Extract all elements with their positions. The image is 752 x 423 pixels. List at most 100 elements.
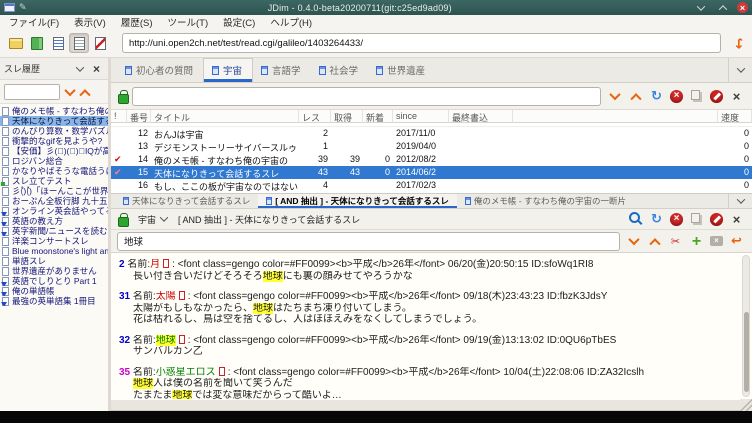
sidebar-thread-item[interactable]: 英字新聞/ニュースを読むス <box>0 226 108 236</box>
lock-icon[interactable] <box>117 90 128 102</box>
sidebar-thread-item[interactable]: 【安価】彡(゚)(゚)「IQが高くない <box>0 146 108 156</box>
collapse-icon[interactable] <box>72 62 87 76</box>
sidebar-thread-item[interactable]: 衝撃的なgifを見ようや? <box>0 136 108 146</box>
toolbar-button[interactable] <box>69 33 89 53</box>
search-down-icon[interactable] <box>626 234 641 248</box>
column-header[interactable]: 番号 <box>127 110 151 123</box>
lock-icon[interactable] <box>117 213 128 225</box>
column-header[interactable]: 新着 <box>363 110 393 123</box>
scroll-down-icon[interactable] <box>607 89 622 103</box>
sidebar-thread-item[interactable]: かなりやばそうな電話うにに <box>0 166 108 176</box>
post-name[interactable]: 月 <box>150 259 160 270</box>
sidebar-thread-item[interactable]: Blue moonstone's light an <box>0 246 108 256</box>
search-down-icon[interactable] <box>62 85 77 99</box>
toolbar-button[interactable] <box>48 33 68 53</box>
sidebar-thread-item[interactable]: オンライン英会話やってる人 <box>0 206 108 216</box>
sidebar-thread-item[interactable]: 俺の単語帳 <box>0 286 108 296</box>
toolbar-button[interactable] <box>6 33 26 53</box>
titlebar[interactable]: ✎ JDim - 0.4.0-beta20200711(git:c25ed9ad… <box>0 0 752 15</box>
thread-row[interactable]: 12おんJは宇宙22017/11/00 <box>111 127 752 140</box>
column-header[interactable]: レス <box>299 110 331 123</box>
cut-icon[interactable] <box>668 234 683 248</box>
sidebar-thread-item[interactable]: 彡(゚)(゚)「ほーんここが世界遺 <box>0 186 108 196</box>
message-view[interactable]: 2 名前:月: <font class=gengo color=#FF0099>… <box>111 253 752 399</box>
menu-item[interactable]: 表示(V) <box>74 15 106 29</box>
reload-icon[interactable] <box>649 212 664 226</box>
post-number[interactable]: 35 <box>119 367 130 378</box>
column-header[interactable]: タイトル <box>151 110 299 123</box>
message-scrollbar[interactable] <box>742 255 750 397</box>
thread-row[interactable]: 13デジモンストーリーサイバースルゥ12019/04/00 <box>111 140 752 153</box>
sidebar-thread-item[interactable]: ロジバン総合 <box>0 156 108 166</box>
abone-icon[interactable] <box>710 213 723 226</box>
tab-item[interactable]: 世界遺産 <box>368 59 435 82</box>
menu-item[interactable]: ファイル(F) <box>9 15 59 29</box>
sidebar-thread-item[interactable]: 英語でしりとり Part 1 <box>0 276 108 286</box>
copy-icon[interactable] <box>689 89 704 103</box>
tab-overflow-button[interactable] <box>728 58 752 82</box>
thread-row[interactable]: ✔15天体になりきって会話するスレ434302014/06/20 <box>111 166 752 179</box>
reload-icon[interactable] <box>649 89 664 103</box>
menu-item[interactable]: ヘルプ(H) <box>270 15 312 29</box>
go-url-icon[interactable] <box>731 36 746 50</box>
backspace-icon[interactable] <box>710 236 723 246</box>
board-select-dropdown[interactable]: 宇宙 <box>134 211 172 227</box>
column-header[interactable] <box>513 110 718 123</box>
close-view-icon[interactable] <box>729 89 744 103</box>
post-number[interactable]: 31 <box>119 291 130 302</box>
sidebar-thread-item[interactable]: おーぷん全板行脚 九十五 <box>0 196 108 206</box>
post-number[interactable]: 32 <box>119 335 130 346</box>
column-header[interactable]: 最終書込 <box>449 110 513 123</box>
post-name[interactable]: 太陽 <box>156 291 176 302</box>
thread-search-input[interactable] <box>117 232 620 251</box>
close-view-icon[interactable] <box>729 212 744 226</box>
tab-overflow-button[interactable] <box>728 194 752 208</box>
sidebar-thread-item[interactable]: 世界遺産がありません <box>0 266 108 276</box>
sidebar-thread-item[interactable]: 単語スレ <box>0 256 108 266</box>
board-filter-input[interactable] <box>132 87 601 106</box>
sidebar-thread-item[interactable]: 天体になりきって会話するス <box>0 116 108 126</box>
scrollbar-thumb[interactable] <box>744 312 749 392</box>
column-header[interactable]: 速度 <box>718 110 752 123</box>
tab-item[interactable]: 俺のメモ帳 - すなわち俺の宇宙の一断片 <box>457 194 634 208</box>
close-sidebar-icon[interactable] <box>89 62 104 76</box>
url-input[interactable] <box>122 33 721 53</box>
thread-row[interactable]: 16もし、ここの板が宇宙なのではない42017/02/30 <box>111 179 752 192</box>
menu-item[interactable]: 設定(C) <box>223 15 255 29</box>
add-favorite-icon[interactable] <box>689 234 704 248</box>
shade-icon[interactable] <box>693 1 708 15</box>
post-name[interactable]: 地球 <box>156 335 176 346</box>
sidebar-thread-item[interactable]: 洋楽コンサートスレ <box>0 236 108 246</box>
copy-icon[interactable] <box>689 212 704 226</box>
undo-icon[interactable] <box>729 234 744 248</box>
tab-active[interactable]: [ AND 抽出 ] - 天体になりきって会話するスレ <box>258 194 457 208</box>
tab-item[interactable]: 言語学 <box>253 59 311 82</box>
stop-icon[interactable] <box>670 90 683 103</box>
tab-active[interactable]: 宇宙 <box>203 58 253 82</box>
sidebar-thread-item[interactable]: のんびり算数・数学パズル <box>0 126 108 136</box>
sidebar-thread-item[interactable]: スレ立てテスト <box>0 176 108 186</box>
column-header[interactable]: ! <box>111 110 127 123</box>
search-up-icon[interactable] <box>77 85 92 99</box>
stop-icon[interactable] <box>670 213 683 226</box>
thread-row[interactable]: ✔14俺のメモ帳 - すなわち俺の宇宙の393902012/08/20 <box>111 153 752 166</box>
window-close-icon[interactable] <box>737 2 748 13</box>
sidebar-search-input[interactable] <box>4 84 60 100</box>
column-header[interactable]: since <box>393 110 449 123</box>
scroll-up-icon[interactable] <box>628 89 643 103</box>
toolbar-button[interactable] <box>90 33 110 53</box>
search-up-icon[interactable] <box>647 234 662 248</box>
menu-item[interactable]: ツール(T) <box>167 15 208 29</box>
abone-icon[interactable] <box>710 90 723 103</box>
tab-item[interactable]: 天体になりきって会話するスレ <box>115 194 258 208</box>
sidebar-thread-item[interactable]: 俺のメモ帳 - すなわち俺の <box>0 106 108 116</box>
tab-item[interactable]: 初心者の質問 <box>117 59 203 82</box>
toolbar-button[interactable] <box>27 33 47 53</box>
column-header[interactable]: 取得 <box>331 110 363 123</box>
sidebar-thread-item[interactable]: 英語の教え方 <box>0 216 108 226</box>
search-icon[interactable] <box>628 212 643 226</box>
tab-item[interactable]: 社会学 <box>311 59 369 82</box>
resize-grip[interactable] <box>740 399 752 411</box>
sidebar-thread-item[interactable]: 最強の英単語集 1冊目 <box>0 296 108 306</box>
unshade-icon[interactable] <box>715 1 730 15</box>
